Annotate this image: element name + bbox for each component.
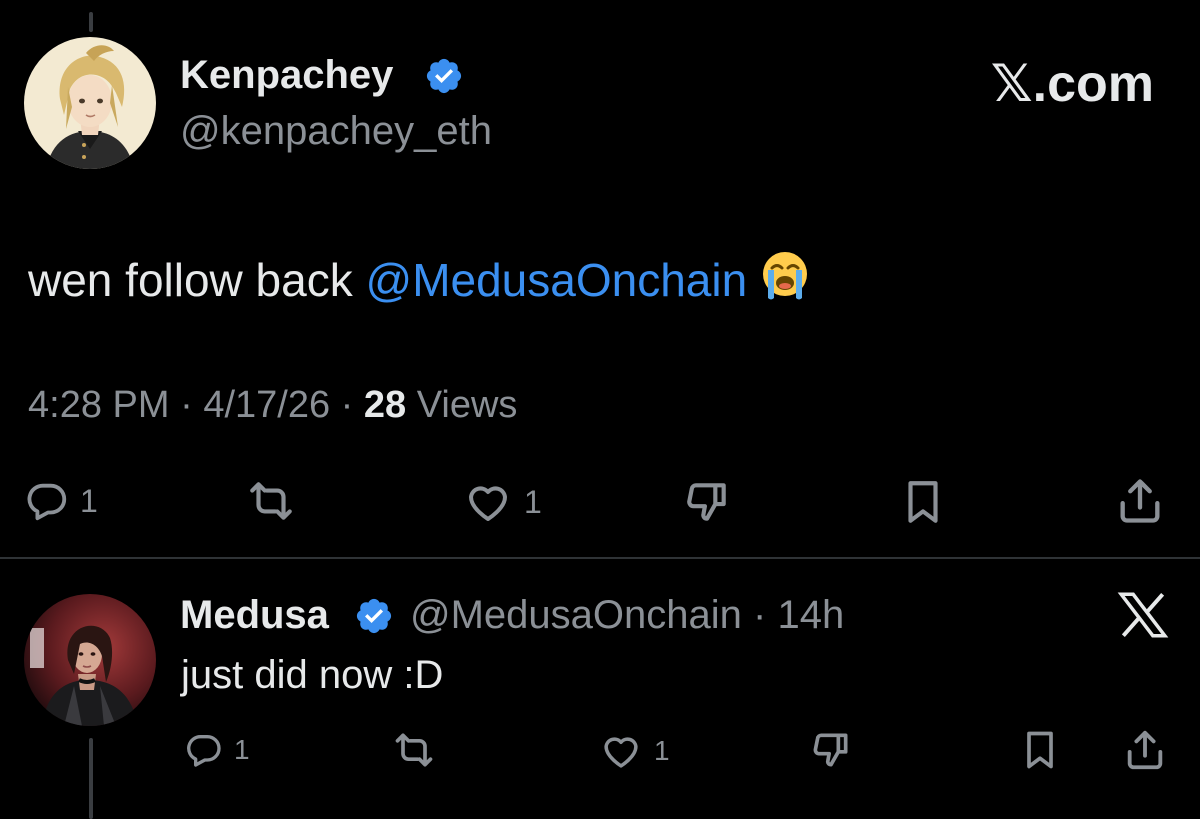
meta-separator: · — [741, 593, 778, 637]
reply-author-handle-and-age: @MedusaOnchain · 14h — [410, 593, 844, 638]
thread-line-bottom — [89, 738, 93, 819]
tweet-date[interactable]: 4/17/26 — [203, 384, 330, 426]
dislike-button[interactable] — [680, 477, 734, 527]
reply-author-handle[interactable]: @MedusaOnchain — [410, 593, 742, 637]
heart-icon — [604, 737, 638, 768]
meta-separator: · — [330, 384, 364, 426]
mention-link[interactable]: @MedusaOnchain — [366, 254, 748, 306]
bookmark-button[interactable] — [898, 477, 948, 527]
reply-reply-button[interactable]: 1 — [184, 730, 250, 770]
reply-count: 1 — [80, 482, 98, 519]
x-logo-icon — [1117, 592, 1169, 638]
bookmark-icon — [1027, 731, 1053, 769]
author-handle[interactable]: @kenpachey_eth — [180, 109, 492, 154]
heart-icon — [469, 486, 507, 521]
reply-dislike-button[interactable] — [808, 728, 854, 772]
reply-reply-count: 1 — [234, 734, 250, 765]
bookmark-icon — [908, 481, 938, 523]
repost-button[interactable] — [244, 476, 308, 526]
repost-icon — [395, 733, 433, 767]
share-icon — [1120, 479, 1160, 523]
thumbs-down-icon — [687, 483, 726, 521]
reply-icon — [187, 734, 221, 767]
kenpachey-avatar[interactable] — [24, 37, 156, 169]
loudly-crying-face-icon — [763, 252, 808, 300]
verified-badge-icon — [356, 598, 392, 634]
like-button[interactable]: 1 — [462, 478, 542, 526]
reply-repost-button[interactable] — [390, 728, 448, 772]
reply-text: just did now :D — [181, 653, 444, 697]
reply-like-button[interactable]: 1 — [598, 730, 670, 772]
reply-share-button[interactable] — [1122, 726, 1168, 774]
views-label[interactable]: Views — [417, 384, 518, 426]
tweet-meta: 4:28 PM · 4/17/26 · 28 Views — [28, 384, 517, 427]
reply-bookmark-button[interactable] — [1018, 728, 1062, 772]
reply-button[interactable]: 1 — [24, 478, 98, 524]
reply-author-display-name[interactable]: Medusa — [180, 593, 329, 638]
views-count: 28 — [363, 384, 407, 426]
meta-separator: · — [169, 384, 204, 426]
reply-like-count: 1 — [654, 735, 670, 766]
author-display-name[interactable]: Kenpachey — [180, 53, 393, 98]
tweet-text: wen follow back @MedusaOnchain — [28, 248, 813, 307]
repost-icon — [250, 482, 292, 520]
divider — [0, 557, 1200, 559]
like-count: 1 — [524, 483, 542, 520]
x-brand-watermark: 𝕏.com — [990, 55, 1154, 113]
tweet-time[interactable]: 4:28 PM — [28, 384, 170, 426]
thread-line-top — [89, 12, 93, 32]
medusa-avatar[interactable] — [24, 594, 156, 726]
thumbs-down-icon — [813, 733, 848, 767]
verified-badge-icon — [426, 58, 462, 94]
share-button[interactable] — [1114, 474, 1166, 528]
share-icon — [1127, 730, 1163, 770]
tweet-text-body: wen follow back — [28, 254, 366, 306]
reply-icon — [27, 483, 67, 521]
reply-age[interactable]: 14h — [777, 593, 844, 637]
